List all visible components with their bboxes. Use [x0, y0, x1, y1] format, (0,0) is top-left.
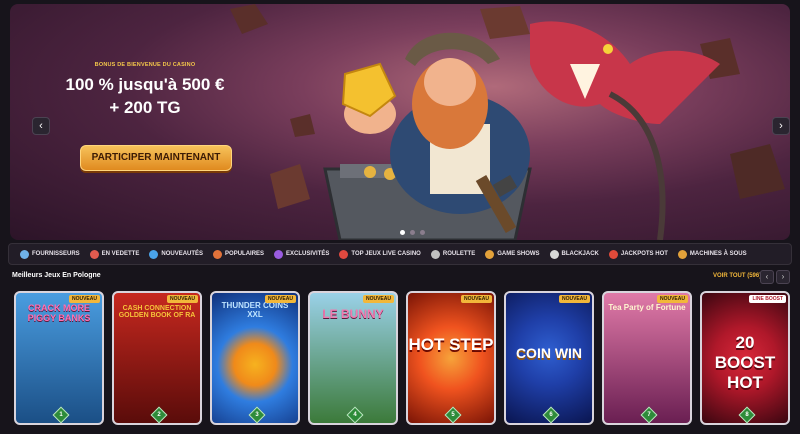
line-boost-badge: LINE BOOST	[749, 295, 786, 303]
rank-badge: 2	[150, 406, 168, 423]
rank-badge: 4	[346, 406, 364, 423]
game-tile[interactable]: COIN WIN NOUVEAU 6	[504, 291, 594, 425]
category-label: ROULETTE	[442, 251, 476, 257]
category-jackpots[interactable]: JACKPOTS HOT	[604, 244, 673, 264]
new-badge: NOUVEAU	[558, 295, 590, 303]
game-tile[interactable]: LE BUNNY NOUVEAU 4	[308, 291, 398, 425]
hero-headline: 100 % jusqu'à 500 €	[65, 75, 225, 94]
games-prev-button[interactable]: ‹	[760, 270, 774, 284]
game-title: 20 BOOST HOT	[714, 333, 776, 392]
hero-subheadline: + 200 TG	[109, 98, 181, 117]
new-icon	[149, 249, 159, 259]
hero-illustration	[230, 4, 785, 240]
exclusive-icon	[274, 249, 284, 259]
popular-icon	[213, 249, 223, 259]
category-label: EXCLUSIVITÉS	[286, 251, 330, 257]
category-live-casino[interactable]: TOP JEUX LIVE CASINO	[334, 244, 425, 264]
game-title: THUNDER COINS XXL	[221, 301, 289, 319]
category-label: MACHINES À SOUS	[689, 251, 747, 257]
game-tiles: CRACK MORE PIGGY BANKS NOUVEAU 1 CASH CO…	[14, 291, 790, 425]
category-roulette[interactable]: ROULETTE	[426, 244, 480, 264]
blackjack-icon	[549, 249, 559, 259]
game-title: CASH CONNECTION GOLDEN BOOK OF RA	[118, 305, 196, 319]
jackpot-icon	[608, 249, 618, 259]
category-featured[interactable]: EN VEDETTE	[85, 244, 145, 264]
game-title: Tea Party of Fortune	[608, 303, 686, 312]
rank-badge: 5	[444, 406, 462, 423]
rank-badge: 7	[640, 406, 658, 423]
category-nav: FOURNISSEURS EN VEDETTE NOUVEAUTÉS POPUL…	[8, 243, 792, 265]
new-badge: NOUVEAU	[460, 295, 492, 303]
new-badge: NOUVEAU	[362, 295, 394, 303]
carousel-dot-1[interactable]	[400, 230, 405, 235]
game-tile[interactable]: HOT STEP NOUVEAU 5	[406, 291, 496, 425]
hero-promo-text: BONUS DE BIENVENUE DU CASINO 100 % jusqu…	[50, 62, 240, 118]
hero-banner[interactable]: BONUS DE BIENVENUE DU CASINO 100 % jusqu…	[10, 4, 790, 240]
game-tile[interactable]: THUNDER COINS XXL NOUVEAU 3	[210, 291, 300, 425]
rank-badge: 6	[542, 406, 560, 423]
hero-next-button[interactable]: ›	[772, 117, 790, 135]
providers-icon	[20, 249, 29, 259]
game-shows-icon	[485, 249, 495, 259]
game-title: CRACK MORE PIGGY BANKS	[27, 303, 91, 323]
category-label: BLACKJACK	[561, 251, 599, 257]
game-tile[interactable]: CASH CONNECTION GOLDEN BOOK OF RA NOUVEA…	[112, 291, 202, 425]
roulette-icon	[430, 249, 440, 259]
category-providers[interactable]: FOURNISSEURS	[15, 244, 85, 264]
category-popular[interactable]: POPULAIRES	[208, 244, 269, 264]
new-badge: NOUVEAU	[68, 295, 100, 303]
category-label: NOUVEAUTÉS	[161, 251, 204, 257]
game-title: LE BUNNY	[322, 307, 384, 321]
view-all-link[interactable]: VOIR TOUT (596)	[713, 273, 761, 279]
game-tile[interactable]: 20 BOOST HOT LINE BOOST 8	[700, 291, 790, 425]
game-title: HOT STEP	[408, 335, 494, 354]
new-badge: NOUVEAU	[166, 295, 198, 303]
game-title: COIN WIN	[515, 345, 583, 361]
rank-badge: 3	[248, 406, 266, 423]
section-title: Meilleurs Jeux En Pologne	[12, 272, 101, 279]
hero-prev-button[interactable]: ‹	[32, 117, 50, 135]
game-tile[interactable]: CRACK MORE PIGGY BANKS NOUVEAU 1	[14, 291, 104, 425]
new-badge: NOUVEAU	[656, 295, 688, 303]
join-now-button[interactable]: PARTICIPER MAINTENANT	[80, 145, 232, 171]
game-tile[interactable]: Tea Party of Fortune NOUVEAU 7	[602, 291, 692, 425]
rank-badge: 8	[738, 406, 756, 423]
slots-icon	[677, 249, 687, 259]
new-badge: NOUVEAU	[264, 295, 296, 303]
category-game-shows[interactable]: GAME SHOWS	[480, 244, 544, 264]
category-blackjack[interactable]: BLACKJACK	[545, 244, 604, 264]
featured-icon	[89, 249, 99, 259]
category-label: EN VEDETTE	[101, 251, 140, 257]
category-label: FOURNISSEURS	[32, 251, 80, 257]
games-next-button[interactable]: ›	[776, 270, 790, 284]
category-slots[interactable]: MACHINES À SOUS	[673, 244, 752, 264]
carousel-dot-2[interactable]	[410, 230, 415, 235]
category-label: POPULAIRES	[225, 251, 265, 257]
carousel-dot-3[interactable]	[420, 230, 425, 235]
carousel-dots	[400, 230, 425, 235]
category-label: TOP JEUX LIVE CASINO	[351, 251, 421, 257]
category-label: JACKPOTS HOT	[620, 251, 668, 257]
live-casino-icon	[339, 249, 349, 259]
rank-badge: 1	[52, 406, 70, 423]
category-label: GAME SHOWS	[497, 251, 540, 257]
hero-eyebrow: BONUS DE BIENVENUE DU CASINO	[94, 62, 196, 68]
category-new[interactable]: NOUVEAUTÉS	[144, 244, 208, 264]
casino-page: BONUS DE BIENVENUE DU CASINO 100 % jusqu…	[0, 0, 800, 434]
category-exclusive[interactable]: EXCLUSIVITÉS	[269, 244, 334, 264]
